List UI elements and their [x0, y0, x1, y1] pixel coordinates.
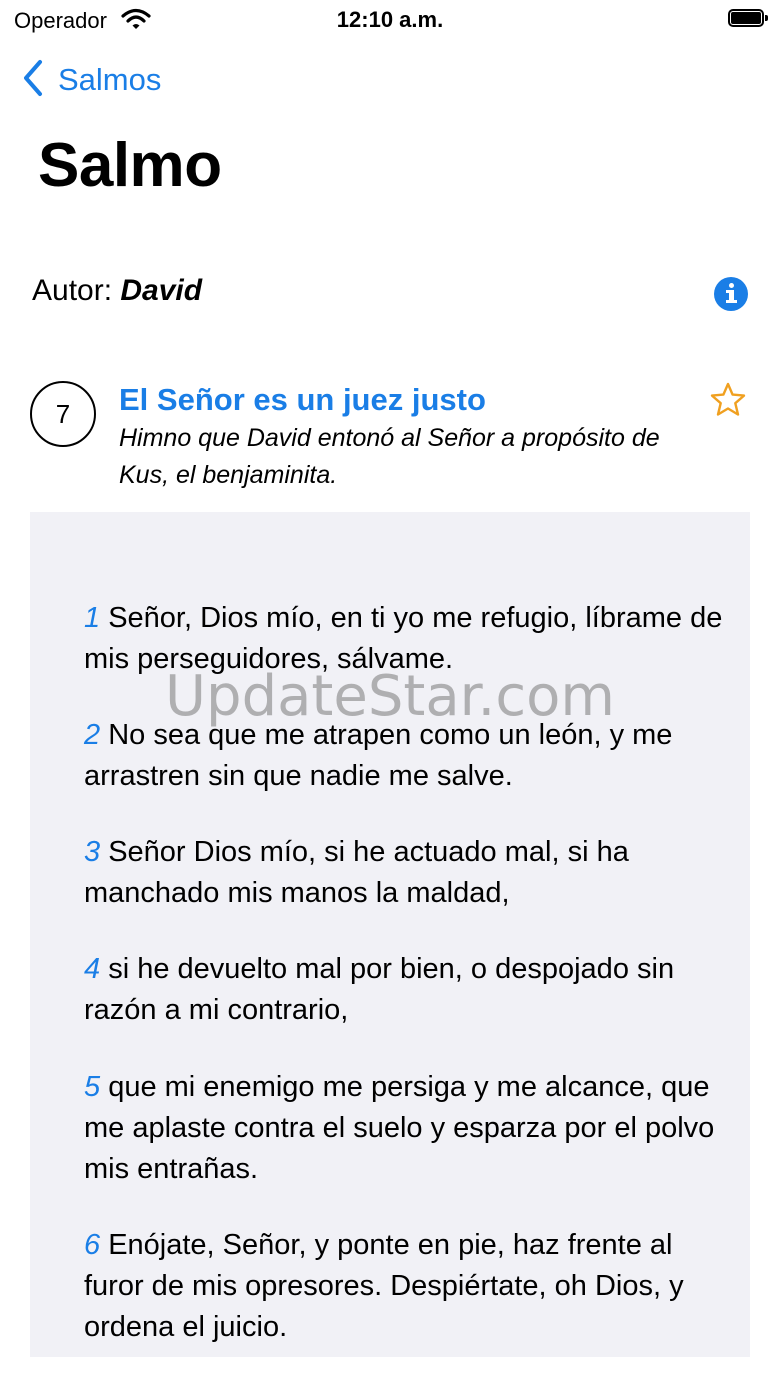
verse-text: que mi enemigo me persiga y me alcance, …	[84, 1071, 715, 1185]
verse-text: Enójate, Señor, y ponte en pie, haz fren…	[84, 1229, 684, 1343]
author-label: Autor:	[32, 274, 113, 307]
status-time: 12:10 a.m.	[336, 7, 444, 32]
psalm-number-badge: 7	[30, 381, 96, 447]
back-label: Salmos	[58, 62, 162, 97]
battery-icon	[728, 9, 768, 27]
verse-number: 6	[84, 1229, 101, 1261]
verse-number: 3	[84, 836, 101, 868]
watermark: UpdateStar.com	[165, 664, 615, 729]
info-icon[interactable]	[714, 277, 748, 311]
verse-text: si he devuelto mal por bien, o despojado…	[84, 953, 675, 1026]
psalm-title: El Señor es un juez justo	[119, 382, 486, 417]
page-title: Salmo	[38, 131, 222, 200]
author-name: David	[120, 274, 203, 307]
author-row: Autor: David	[32, 274, 202, 308]
back-button[interactable]: Salmos	[22, 58, 161, 102]
verse-text: Señor Dios mío, si he actuado mal, si ha…	[84, 836, 629, 909]
verse: 5 que mi enemigo me persiga y me alcance…	[84, 1067, 724, 1190]
chevron-left-icon	[22, 59, 44, 102]
verse: 6 Enójate, Señor, y ponte en pie, haz fr…	[84, 1225, 724, 1348]
verse-number: 4	[84, 953, 101, 985]
verse-text: No sea que me atrapen como un león, y me…	[84, 719, 673, 792]
status-bar: Operador 12:10 a.m.	[0, 0, 780, 40]
verse-number: 1	[84, 602, 101, 634]
verse: 3 Señor Dios mío, si he actuado mal, si …	[84, 832, 724, 914]
psalm-subtitle: Himno que David entonó al Señor a propós…	[119, 424, 660, 489]
verses-panel: 1 Señor, Dios mío, en ti yo me refugio, …	[30, 512, 750, 1357]
verse: 4 si he devuelto mal por bien, o despoja…	[84, 949, 724, 1031]
star-outline-icon[interactable]	[709, 381, 747, 419]
verse-number: 5	[84, 1071, 101, 1103]
